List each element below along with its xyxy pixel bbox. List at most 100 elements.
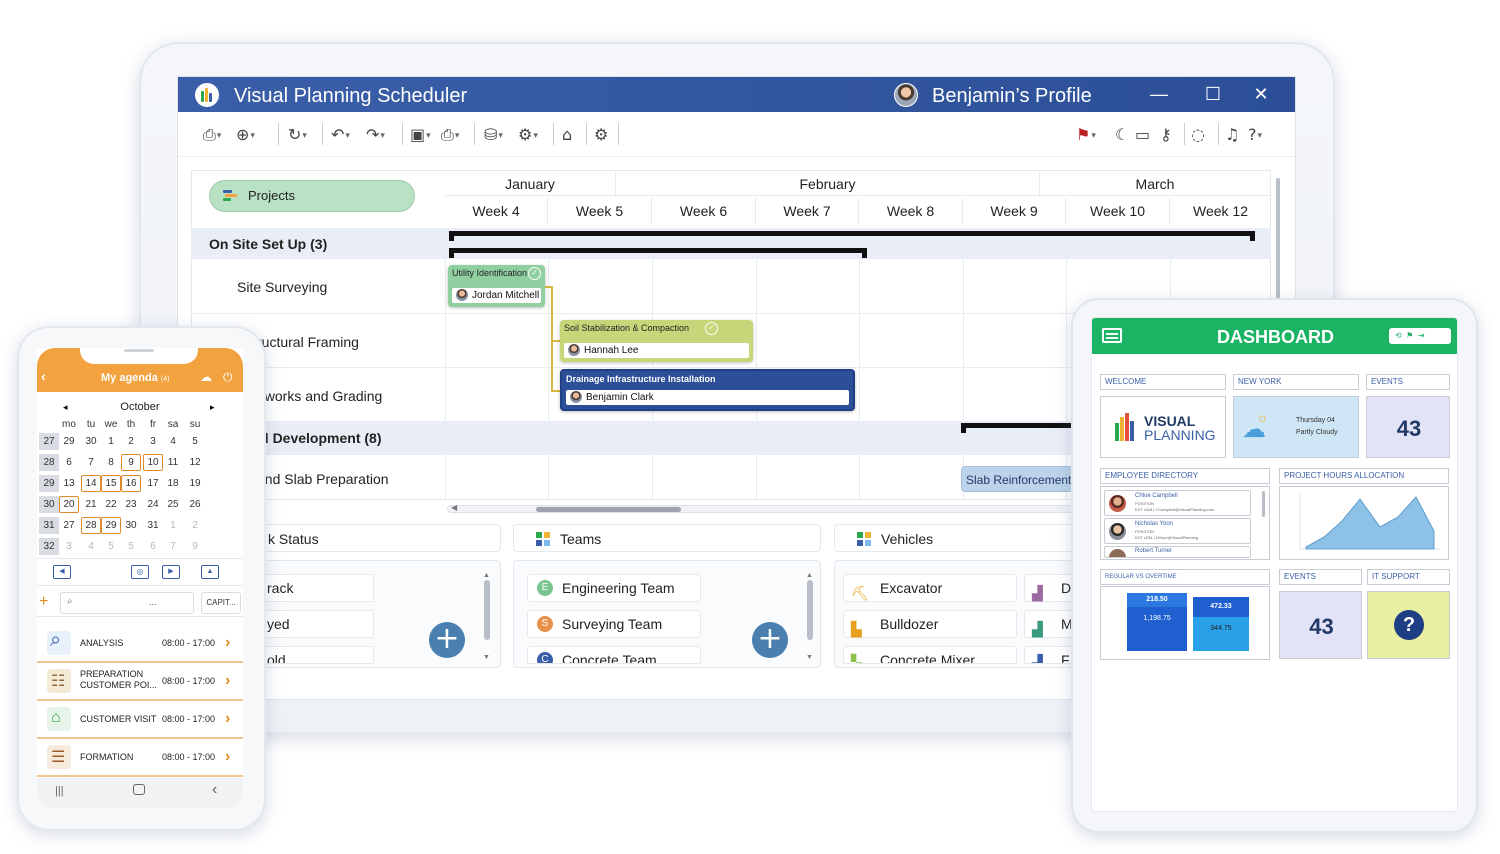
home-icon[interactable]: [133, 784, 145, 795]
calendar-day[interactable]: 20: [59, 496, 79, 513]
calendar-day[interactable]: 3: [59, 538, 79, 555]
calendar-day[interactable]: 6: [59, 454, 79, 471]
chat-icon[interactable]: ◌: [1191, 125, 1205, 145]
calendar-day[interactable]: 29: [59, 433, 79, 450]
cloud-icon[interactable]: ☁: [200, 370, 212, 384]
calendar-day[interactable]: 4: [163, 433, 183, 450]
calendar-day[interactable]: 30: [121, 517, 141, 534]
task-utility-identification[interactable]: Utility Identification ✓ Jordan Mitchell: [448, 265, 545, 307]
calendar-day[interactable]: 30: [81, 433, 101, 450]
calendar-day[interactable]: 17: [143, 475, 163, 492]
next-month-icon[interactable]: ▸: [210, 402, 215, 413]
calendar-day[interactable]: 16: [121, 475, 141, 492]
calendar-day[interactable]: 22: [101, 496, 121, 513]
close-button[interactable]: ✕: [1246, 81, 1276, 107]
capital-button[interactable]: CAPIT...: [201, 592, 241, 614]
employee-card[interactable]: Robert Turner: [1104, 546, 1251, 558]
calendar-day[interactable]: 21: [81, 496, 101, 513]
agenda-search-input[interactable]: ⌕ ...: [60, 592, 194, 614]
task-soil-stabilization[interactable]: Soil Stabilization & Compaction ✓ Hannah…: [560, 320, 753, 362]
calendar-day[interactable]: 7: [163, 538, 183, 555]
calendar-day[interactable]: 10: [143, 454, 163, 471]
calendar-day[interactable]: 6: [143, 538, 163, 555]
recent-apps-icon[interactable]: |||: [55, 785, 64, 797]
calendar-day[interactable]: 29: [101, 517, 121, 534]
calendar-day[interactable]: 5: [185, 433, 205, 450]
calendar-day[interactable]: 2: [121, 433, 141, 450]
refresh-icon[interactable]: ↻▾: [288, 125, 307, 145]
calendar-day[interactable]: 11: [163, 454, 183, 471]
events-widget-2[interactable]: 43: [1279, 591, 1362, 659]
dashboard-actions[interactable]: ⟲ ⚑ ⇥: [1389, 328, 1451, 344]
calendar-day[interactable]: 19: [185, 475, 205, 492]
team-item[interactable]: E Engineering Team: [527, 574, 701, 602]
employee-card[interactable]: Chloe Campbell POSITION EXT x118 | CCampbe…: [1104, 490, 1251, 516]
back-icon[interactable]: ‹: [41, 368, 46, 384]
today-button[interactable]: ◎: [131, 565, 149, 579]
events-widget[interactable]: 43: [1366, 396, 1450, 458]
calendar-day[interactable]: 4: [81, 538, 101, 555]
teams-header[interactable]: Teams: [513, 524, 821, 552]
calendar-day[interactable]: 1: [101, 433, 121, 450]
summary-bar[interactable]: [449, 248, 867, 258]
calendar-day[interactable]: 26: [185, 496, 205, 513]
window-icon[interactable]: ▭: [1135, 125, 1150, 145]
teams-scrollbar[interactable]: ▲ ▼: [805, 572, 815, 664]
prev-week-button[interactable]: ◀: [53, 565, 71, 579]
calendar-day[interactable]: 9: [185, 538, 205, 555]
help-icon[interactable]: ?▾: [1248, 125, 1262, 145]
vehicle-item[interactable]: ▚ Concrete Mixer: [843, 646, 1017, 664]
dark-mode-icon[interactable]: ☾: [1115, 125, 1129, 145]
vehicle-item[interactable]: ⛏ Excavator: [843, 574, 1017, 602]
agenda-item[interactable]: ☰ FORMATION 08:00 - 17:00 ›: [37, 739, 243, 777]
team-item[interactable]: C Concrete Team: [527, 646, 701, 664]
projects-button[interactable]: Projects: [209, 180, 415, 212]
display-mode-icon[interactable]: ⎙▾: [203, 125, 221, 145]
collapse-button[interactable]: ▲: [201, 565, 219, 579]
next-week-button[interactable]: ▶: [162, 565, 180, 579]
power-icon[interactable]: ⏻: [223, 370, 233, 385]
calendar-day[interactable]: 18: [163, 475, 183, 492]
calendar-day[interactable]: 13: [59, 475, 79, 492]
calendar-day[interactable]: 12: [185, 454, 205, 471]
admin-settings-icon[interactable]: ⚙: [594, 125, 608, 145]
profile-name[interactable]: Benjamin’s Profile: [932, 85, 1092, 108]
summary-bar[interactable]: [449, 231, 1255, 241]
calendar-day[interactable]: 2: [185, 517, 205, 534]
calendar-day[interactable]: 5: [101, 538, 121, 555]
bell-icon[interactable]: ♫: [1225, 125, 1239, 145]
add-team-button[interactable]: +: [752, 622, 788, 658]
calendar-day[interactable]: 28: [81, 517, 101, 534]
key-icon[interactable]: ⚷: [1160, 125, 1172, 145]
redo-icon[interactable]: ↷▾: [366, 125, 385, 145]
task-drainage-infrastructure[interactable]: Drainage Infrastructure Installation Ben…: [560, 369, 855, 411]
add-icon[interactable]: +: [39, 593, 48, 611]
calendar-day[interactable]: 25: [163, 496, 183, 513]
calendar-day[interactable]: 8: [101, 454, 121, 471]
print-icon[interactable]: ⎙▾: [441, 125, 459, 145]
contacts-icon[interactable]: ▣▾: [410, 125, 431, 145]
settings-icon[interactable]: ⚙▾: [518, 125, 538, 145]
calendar-day[interactable]: 3: [143, 433, 163, 450]
profile-avatar[interactable]: [894, 83, 918, 107]
status-scrollbar[interactable]: ▲ ▼: [482, 572, 492, 664]
undo-icon[interactable]: ↶▾: [331, 125, 350, 145]
bank-icon[interactable]: ⌂: [562, 125, 572, 145]
minimize-button[interactable]: —: [1144, 81, 1174, 107]
calendar-day[interactable]: 9: [121, 454, 141, 471]
task-slab-reinforcement[interactable]: Slab Reinforcement: [961, 466, 1073, 492]
team-item[interactable]: S Surveying Team: [527, 610, 701, 638]
calendar-day[interactable]: 7: [81, 454, 101, 471]
employee-card[interactable]: Nicholas Yoon POSITION EXT x234 | NYoon@Vi…: [1104, 518, 1251, 544]
agenda-item[interactable]: ⌂ CUSTOMER VISIT 08:00 - 17:00 ›: [37, 701, 243, 739]
maximize-button[interactable]: ☐: [1198, 81, 1228, 107]
calendar-day[interactable]: 5: [121, 538, 141, 555]
us-flag-icon[interactable]: ⚑▾: [1076, 125, 1096, 145]
calendar-day[interactable]: 24: [143, 496, 163, 513]
add-status-button[interactable]: +: [429, 622, 465, 658]
calendar-day[interactable]: 27: [59, 517, 79, 534]
horizontal-scrollbar[interactable]: ◀: [447, 503, 1087, 513]
calendar-day[interactable]: 14: [81, 475, 101, 492]
calendar-day[interactable]: 31: [143, 517, 163, 534]
database-icon[interactable]: ⛁▾: [484, 125, 503, 145]
